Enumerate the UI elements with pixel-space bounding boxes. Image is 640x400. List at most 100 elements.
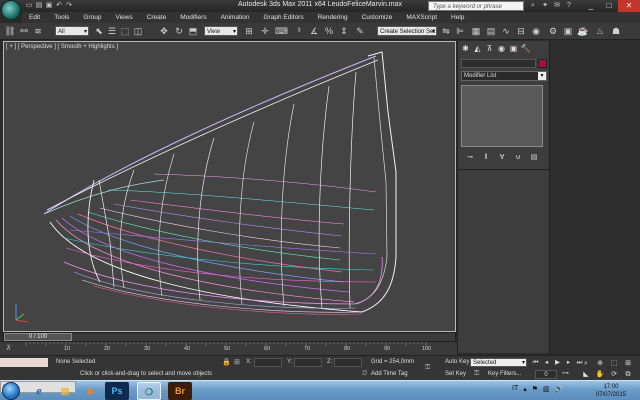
media-player-icon[interactable]: ▶ [79,382,103,400]
auto-key-button[interactable]: Auto Key [445,359,469,365]
current-frame-field[interactable]: 0 [535,370,557,379]
scale-icon[interactable]: ⬒ [187,25,199,37]
modifier-stack[interactable] [461,85,543,147]
rendered-frame-window-icon[interactable]: ▣ [562,25,574,37]
modifier-list-dropdown[interactable]: Modifier List ▾ [461,71,547,81]
schematic-view-icon[interactable]: ⊟ [515,25,527,37]
motion-icon[interactable]: ◉ [496,44,507,54]
y-coordinate-field[interactable] [294,358,322,367]
align-icon[interactable]: ⊫ [454,25,466,37]
minimize-button[interactable]: _ [582,0,600,12]
bridge-icon[interactable]: Br [168,382,192,400]
key-mode-toggle-icon[interactable]: ⊶ [562,369,569,377]
selection-filter-dropdown[interactable]: All [55,26,89,37]
volume-icon[interactable]: 🔊 [555,385,564,393]
lock-selection-icon[interactable]: 🔒 [222,358,231,366]
boat-hull-wireframe[interactable] [4,42,457,333]
key-filters-button[interactable]: Key Filters... [488,371,521,377]
object-name-field[interactable] [461,59,536,68]
show-end-result-icon[interactable]: ‖ [480,153,492,162]
maxscript-listener-field[interactable] [0,358,48,367]
menu-create[interactable]: Create [140,12,174,23]
chevron-down-icon[interactable]: ▾ [538,72,546,80]
menu-maxscript[interactable]: MAXScript [399,12,444,23]
mirror-icon[interactable]: ⇋ [440,25,452,37]
language-indicator[interactable]: IT [512,385,518,393]
unlink-icon[interactable]: ⚯ [18,25,30,37]
set-key-button[interactable]: Set Key [445,371,466,377]
activeshade-icon[interactable]: ☗ [610,25,622,37]
select-by-name-icon[interactable]: ☰ [106,25,118,37]
menu-rendering[interactable]: Rendering [311,12,355,23]
communication-icon[interactable]: ✉ [552,1,562,11]
add-time-tag-button[interactable]: Add Time Tag [371,371,408,377]
play-icon[interactable]: ▶ [553,358,562,367]
window-crossing-icon[interactable]: ◫ [132,25,144,37]
maximize-viewport-icon[interactable]: ⧉ [622,370,634,379]
track-bar[interactable]: ⊼ 10 20 30 40 50 60 70 80 90 100 [0,342,457,355]
render-setup-icon[interactable]: ⚙ [547,25,559,37]
absolute-mode-icon[interactable]: ⊞ [234,358,240,366]
menu-modifiers[interactable]: Modifiers [173,12,213,23]
menu-animation[interactable]: Animation [214,12,257,23]
remove-modifier-icon[interactable]: ⊍ [512,153,524,162]
system-clock[interactable]: 17:00 07/07/2015 [596,383,626,399]
action-center-icon[interactable]: ⚑ [532,385,538,393]
field-of-view-icon[interactable]: ◣ [580,370,592,379]
snaps-toggle-icon[interactable]: ³ [293,25,305,37]
named-selection-set-dropdown[interactable]: Create Selection Set [377,26,437,37]
utilities-icon[interactable]: 🔨 [520,44,531,54]
spinner-snap-icon[interactable]: ⇕ [338,25,350,37]
rect-selection-icon[interactable]: ⬚ [119,25,131,37]
zoom-extents-icon[interactable]: ⬚ [608,359,620,368]
menu-group[interactable]: Group [76,12,108,23]
graphite-ribbon-icon[interactable]: ▤ [485,25,497,37]
select-object-icon[interactable]: ⬉ [93,25,105,37]
edit-named-selection-icon[interactable]: ✎ [354,25,366,37]
create-icon[interactable]: ✱ [460,44,471,54]
bind-space-warp-icon[interactable]: ≋ [32,25,44,37]
menu-views[interactable]: Views [108,12,139,23]
next-frame-icon[interactable]: ▸ [564,358,573,367]
save-file-icon[interactable]: ▣ [44,1,54,11]
menu-help[interactable]: Help [444,12,471,23]
go-to-start-icon[interactable]: ⏮ [531,358,540,367]
pan-icon[interactable]: ✋ [594,370,606,379]
display-icon[interactable]: ▣ [508,44,519,54]
subscription-icon[interactable]: ✦ [540,1,550,11]
x-coordinate-field[interactable] [254,358,282,367]
viewport-label[interactable]: [ + ] [ Perspective ] [ Smooth + Highlig… [6,44,118,50]
move-icon[interactable]: ✥ [158,25,170,37]
make-unique-icon[interactable]: ∀ [496,153,508,162]
set-key-icon[interactable]: ⚿ [474,370,479,378]
maximize-button[interactable]: □ [600,0,618,12]
help-icon[interactable]: ? [564,1,574,11]
key-icon[interactable]: ⚿ [425,364,430,372]
zoom-extents-all-icon[interactable]: ⊞ [622,359,634,368]
select-link-icon[interactable]: ⛓ [4,25,16,37]
time-slider[interactable]: 0 / 100 [3,332,456,342]
network-icon[interactable]: ▥ [543,385,550,393]
configure-modifier-sets-icon[interactable]: ▤ [528,153,540,162]
modify-icon[interactable]: ◭ [472,44,483,54]
angle-snap-icon[interactable]: ∡ [308,25,320,37]
reference-coordinate-dropdown[interactable]: View [204,26,238,37]
perspective-viewport[interactable]: [ + ] [ Perspective ] [ Smooth + Highlig… [3,41,456,332]
time-tag-icon[interactable]: ⏲ [362,370,367,378]
percent-snap-icon[interactable]: % [323,25,335,37]
undo-icon[interactable]: ↶ [54,1,64,11]
redo-icon[interactable]: ↷ [64,1,74,11]
menu-tools[interactable]: Tools [47,12,76,23]
new-file-icon[interactable]: ▭ [24,1,34,11]
time-slider-thumb[interactable]: 0 / 100 [4,333,72,341]
hierarchy-icon[interactable]: ⊼ [484,44,495,54]
pivot-center-icon[interactable]: ⊞ [243,25,255,37]
close-button[interactable]: ✕ [618,0,640,12]
3dsmax-icon[interactable]: ❍ [137,382,161,400]
3dsmax-logo-icon[interactable] [1,0,21,20]
curve-editor-icon[interactable]: ∿ [500,25,512,37]
zoom-icon[interactable]: ⌕ [580,359,592,368]
material-editor-icon[interactable]: ◉ [530,25,542,37]
zoom-all-icon[interactable]: ⊕ [594,359,606,368]
previous-frame-icon[interactable]: ◂ [542,358,551,367]
